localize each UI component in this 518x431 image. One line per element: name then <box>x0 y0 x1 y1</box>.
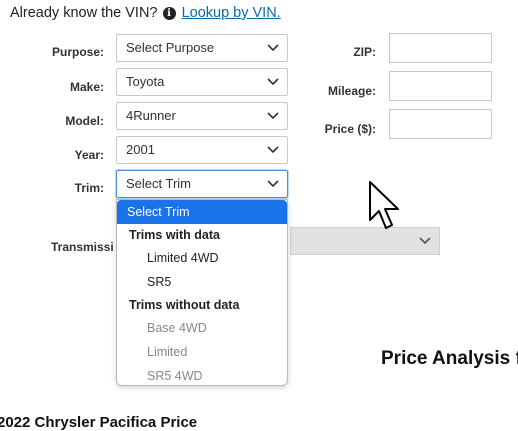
trim-group-without-data: Trims without data <box>129 298 240 312</box>
vin-lookup-line: Already know the VIN? i Lookup by VIN. <box>10 5 281 21</box>
chevron-down-icon <box>267 44 279 52</box>
trim-option-limited-4wd[interactable]: Limited 4WD <box>117 246 287 270</box>
transmission-select[interactable] <box>290 227 440 255</box>
mileage-input[interactable] <box>389 71 492 101</box>
price-analysis-heading: Price Analysis f <box>381 348 518 369</box>
trim-option-sr5[interactable]: SR5 <box>117 270 287 294</box>
model-select-value: 4Runner <box>126 108 176 123</box>
make-select-value: Toyota <box>126 74 165 89</box>
purpose-select[interactable]: Select Purpose <box>116 34 288 62</box>
chevron-down-icon <box>267 180 279 188</box>
lookup-by-vin-link[interactable]: Lookup by VIN. <box>182 5 281 21</box>
trim-option-select-trim[interactable]: Select Trim <box>117 200 287 224</box>
zip-label: ZIP: <box>353 45 376 59</box>
trim-option-base-4wd: Base 4WD <box>147 321 207 335</box>
vin-prompt-text: Already know the VIN? <box>10 5 158 21</box>
make-label: Make: <box>69 80 104 94</box>
chrysler-pacifica-price-heading: 2022 Chrysler Pacifica Price <box>0 414 198 431</box>
trim-label: Trim: <box>74 181 104 195</box>
zip-input[interactable] <box>389 33 492 63</box>
trim-select[interactable]: Select Trim <box>116 170 288 198</box>
year-select[interactable]: 2001 <box>116 136 288 164</box>
year-label: Year: <box>74 148 104 162</box>
chevron-down-icon <box>267 146 279 154</box>
transmission-label: Transmissi <box>51 240 114 254</box>
model-label: Model: <box>65 114 104 128</box>
chevron-down-icon <box>267 78 279 86</box>
model-select[interactable]: 4Runner <box>116 102 288 130</box>
purpose-select-value: Select Purpose <box>126 40 215 55</box>
info-circle-icon[interactable]: i <box>162 7 176 20</box>
mileage-label: Mileage: <box>327 84 376 98</box>
chevron-down-icon <box>419 237 431 245</box>
year-select-value: 2001 <box>126 142 155 157</box>
mouse-pointer-icon <box>369 181 399 229</box>
trim-option-sr5-4wd: SR5 4WD <box>147 369 203 383</box>
trim-select-value: Select Trim <box>126 176 192 191</box>
chevron-down-icon <box>267 112 279 120</box>
price-label: Price ($): <box>324 122 376 136</box>
purpose-label: Purpose: <box>51 45 104 59</box>
trim-dropdown-list: Select Trim Trims with data Limited 4WD … <box>116 199 288 386</box>
price-input[interactable] <box>389 109 492 139</box>
trim-group-with-data: Trims with data <box>129 228 220 242</box>
make-select[interactable]: Toyota <box>116 68 288 96</box>
trim-option-limited: Limited <box>147 345 188 359</box>
